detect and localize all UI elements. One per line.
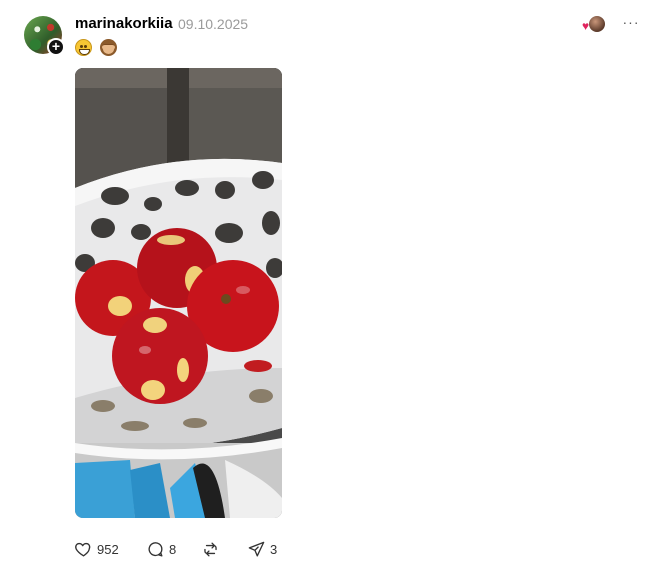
like-count: 952 [97, 541, 119, 557]
reactor-avatar [589, 16, 605, 32]
more-options-button[interactable]: ··· [620, 11, 642, 33]
comment-bubble-icon [148, 541, 163, 557]
username[interactable]: marinakorkiia [75, 15, 173, 32]
follow-plus-icon[interactable]: + [47, 38, 65, 56]
heart-icon: ♥ [582, 19, 590, 33]
reply-count: 8 [169, 541, 177, 557]
post: + marinakorkiia 09.10.2025 ♥ ··· 952 8 3 [0, 0, 665, 575]
share-button[interactable]: 3 [247, 538, 277, 560]
heart-outline-icon [75, 542, 91, 557]
post-image[interactable] [75, 68, 282, 518]
send-arrow-icon [248, 541, 265, 557]
post-date[interactable]: 09.10.2025 [178, 16, 248, 32]
repost-icon [204, 541, 217, 557]
grinning-face-emoji [75, 39, 92, 57]
share-count: 3 [270, 541, 278, 557]
repost-button[interactable] [201, 538, 220, 560]
like-button[interactable]: 952 [74, 538, 119, 560]
post-caption [75, 39, 121, 59]
see-no-evil-monkey-emoji [100, 39, 118, 57]
apples-photo [75, 68, 282, 518]
reactions-indicator[interactable]: ♥ [582, 15, 606, 33]
reply-button[interactable]: 8 [146, 538, 176, 560]
